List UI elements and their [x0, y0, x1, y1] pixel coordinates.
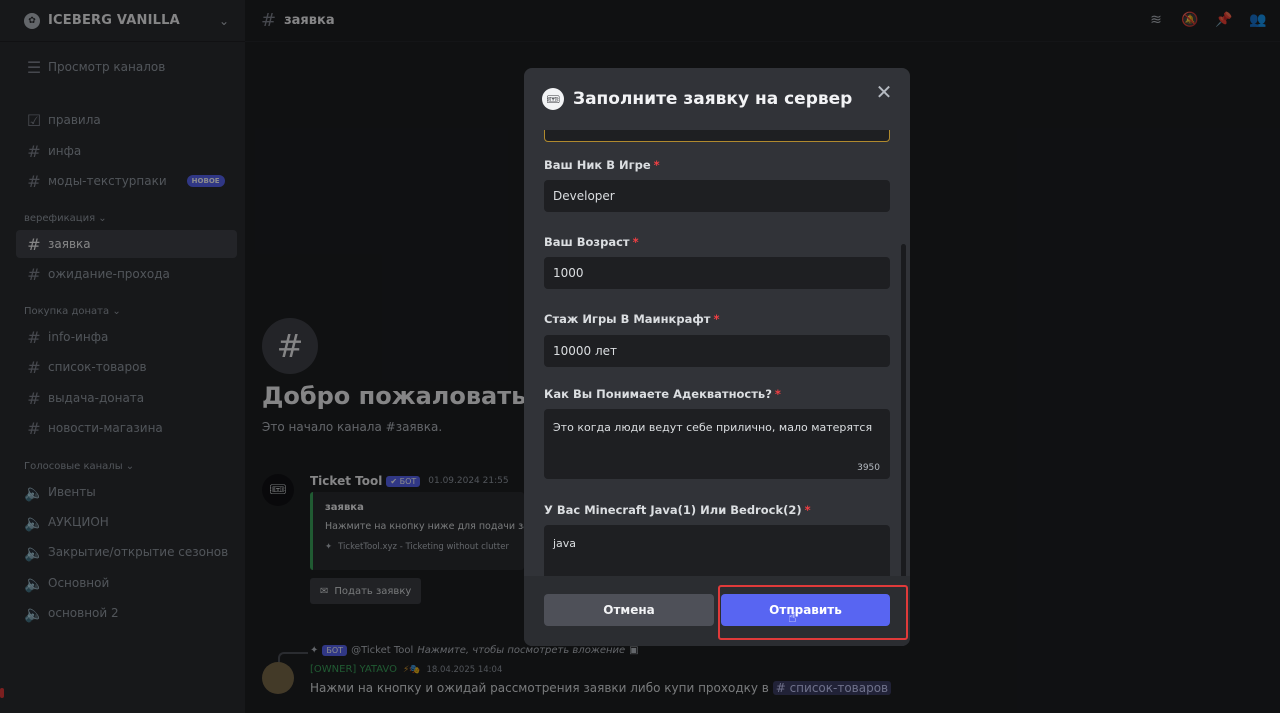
modal-header: 🎟 Заполните заявку на сервер ✕ [524, 68, 910, 130]
edition-text: java [553, 537, 577, 550]
submit-highlight-box [718, 585, 908, 640]
cancel-button[interactable]: Отмена [544, 594, 714, 626]
field-label-adequacy: Как Вы Понимаете Адекватность? * [544, 387, 781, 401]
adequacy-textarea[interactable]: Это когда люди ведут себе прилично, мало… [544, 409, 890, 479]
adequacy-text: Это когда люди ведут себе прилично, мало… [553, 421, 873, 434]
field-label-edition: У Вас Minecraft Java(1) Или Bedrock(2) * [544, 503, 811, 517]
ticket-icon: 🎟 [542, 88, 564, 110]
age-input[interactable]: 1000 [544, 257, 890, 289]
experience-input[interactable]: 10000 лет [544, 335, 890, 367]
field-label-experience: Стаж Игры В Маинкрафт * [544, 312, 720, 326]
char-counter: 3950 [857, 463, 880, 473]
modal-title: Заполните заявку на сервер [573, 89, 853, 109]
nick-input[interactable]: Developer [544, 180, 890, 212]
hand-cursor-icon: ☝ [788, 610, 797, 626]
close-icon[interactable]: ✕ [872, 80, 896, 104]
field-label-age: Ваш Возраст * [544, 235, 639, 249]
field-label-nick: Ваш Ник В Игре * [544, 158, 660, 172]
previous-field-input[interactable] [544, 130, 890, 142]
modal-scrollbar[interactable] [901, 244, 906, 576]
application-modal: 🎟 Заполните заявку на сервер ✕ Ваш Ник В… [524, 68, 910, 646]
edition-textarea[interactable]: java [544, 525, 890, 576]
modal-body: Ваш Ник В Игре * Developer Ваш Возраст * 1… [524, 130, 910, 576]
